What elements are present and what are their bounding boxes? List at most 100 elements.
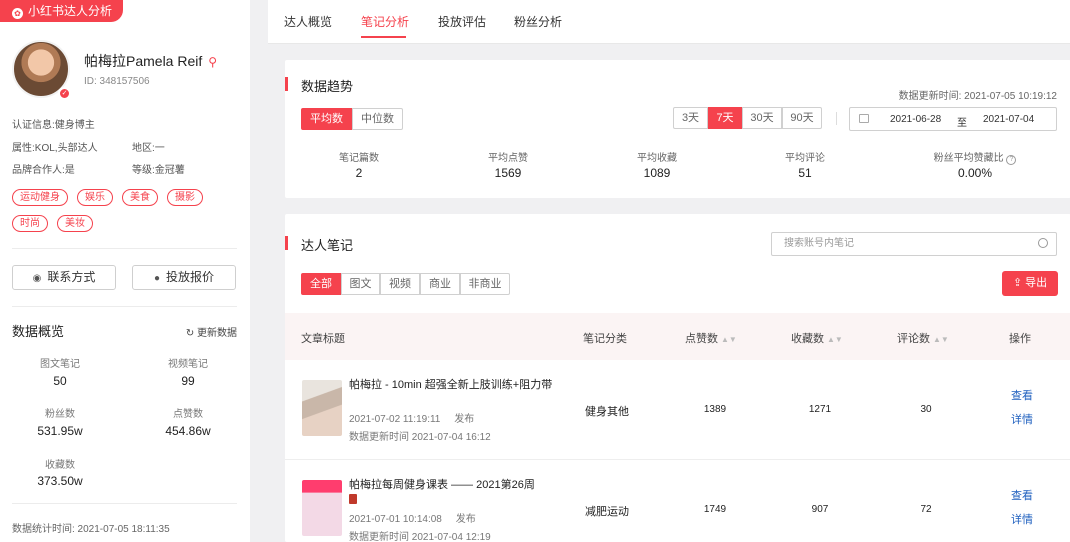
top-nav: 达人概览 笔记分析 投放评估 粉丝分析 (268, 0, 1070, 44)
filter-non-commercial[interactable]: 非商业 (460, 273, 510, 295)
stat-label: 图文笔记 (40, 359, 80, 370)
table-header: 文章标题 笔记分类 点赞数 ▲▼ 收藏数 ▲▼ 评论数 ▲▼ 操作 (285, 313, 1070, 360)
col-comments[interactable]: 评论数 ▲▼ (897, 330, 949, 346)
attribute-info: 属性:KOL,头部达人 (12, 143, 98, 154)
stat-value: 373.50w (37, 474, 83, 488)
filter-image-text[interactable]: 图文 (341, 273, 380, 295)
contact-button[interactable]: ◉ 联系方式 (12, 265, 116, 290)
profile-tag: 美妆 (57, 215, 93, 232)
help-icon[interactable]: ? (1006, 155, 1017, 165)
note-comments: 30 (920, 404, 932, 415)
certification-info: 认证信息:健身博主 (12, 120, 95, 131)
date-end[interactable]: 2021-07-04 (983, 114, 1034, 125)
profile-tag: 美食 (122, 189, 158, 206)
note-comments: 72 (920, 504, 932, 515)
note-category: 健身其他 (585, 406, 629, 418)
sidebar: ✿ 小红书达人分析 ✓ 帕梅拉Pamela Reif ⚲ ID: 348157506… (0, 0, 250, 542)
stat-value: 531.95w (37, 424, 83, 438)
quote-button[interactable]: ● 投放报价 (132, 265, 236, 290)
divider (12, 248, 237, 249)
col-collects[interactable]: 收藏数 ▲▼ (791, 330, 843, 346)
table-row: 帕梅拉每周健身课表 —— 2021第26周 2021-07-01 10:14:0… (285, 460, 1070, 542)
active-tab-indicator (361, 36, 406, 38)
mode-median[interactable]: 中位数 (352, 108, 403, 130)
refresh-button[interactable]: ↻ 更新数据 (186, 324, 237, 339)
tab-notes-analysis[interactable]: 笔记分析 (361, 13, 409, 30)
date-start[interactable]: 2021-06-28 (890, 114, 941, 125)
search-icon[interactable] (1038, 238, 1048, 248)
stat-label: 点赞数 (173, 409, 203, 420)
stat-time: 数据统计时间: 2021-07-05 18:11:35 (12, 524, 170, 535)
note-title[interactable]: 帕梅拉每周健身课表 —— 2021第26周 (349, 477, 559, 509)
note-likes: 1389 (703, 404, 727, 415)
note-published: 2021-07-01 10:14:08 发布 (349, 514, 476, 525)
stat-label: 收藏数 (45, 460, 75, 471)
export-icon: ⇪ (1012, 277, 1023, 289)
section-marker (285, 236, 288, 250)
section-marker (285, 77, 288, 91)
link-icon[interactable]: ⚲ (208, 55, 217, 69)
note-updated: 数据更新时间 2021-07-04 12:19 (349, 532, 491, 542)
metric-label: 笔记篇数 (339, 153, 379, 164)
table-row: 帕梅拉 - 10min 超强全新上肢训练+阻力带 2021-07-02 11:1… (285, 360, 1070, 460)
col-likes[interactable]: 点赞数 ▲▼ (685, 330, 737, 346)
col-category: 笔记分类 (583, 333, 627, 345)
metric-label: 平均评论 (785, 153, 825, 164)
note-category: 减肥运动 (585, 506, 629, 518)
calendar-icon (349, 494, 357, 504)
filter-all[interactable]: 全部 (301, 273, 341, 295)
eye-icon: ◉ (32, 273, 42, 284)
profile-id: ID: 348157506 (84, 76, 150, 87)
metric-label: 平均收藏 (637, 153, 677, 164)
export-button[interactable]: ⇪ 导出 (1002, 271, 1058, 296)
view-detail-link[interactable]: 查看 详情 (1011, 484, 1033, 532)
sort-icon[interactable]: ▲▼ (827, 335, 843, 344)
note-likes: 1749 (703, 504, 727, 515)
calendar-icon (859, 114, 869, 123)
view-detail-link[interactable]: 查看 详情 (1011, 384, 1033, 432)
stat-label: 视频笔记 (168, 359, 208, 370)
profile-tag: 运动健身 (12, 189, 68, 206)
level-info: 等级:金冠薯 (132, 165, 185, 176)
filter-commercial[interactable]: 商业 (420, 273, 460, 295)
tab-fans-analysis[interactable]: 粉丝分析 (514, 13, 562, 30)
mode-average[interactable]: 平均数 (301, 108, 352, 130)
tab-overview[interactable]: 达人概览 (284, 13, 332, 30)
profile-tag: 时尚 (12, 215, 48, 232)
profile-tag: 娱乐 (77, 189, 113, 206)
trend-title: 数据趋势 (301, 79, 354, 94)
note-thumbnail[interactable] (302, 480, 342, 536)
metric-label: 粉丝平均赞藏比 ? (915, 149, 1035, 165)
divider (12, 503, 237, 504)
date-separator: 至 (957, 118, 967, 129)
sort-icon[interactable]: ▲▼ (721, 335, 737, 344)
range-3d[interactable]: 3天 (673, 107, 708, 129)
notes-search-input[interactable]: 搜索账号内笔记 (771, 232, 1057, 256)
sidebar-gap (250, 0, 268, 542)
sort-icon[interactable]: ▲▼ (933, 335, 949, 344)
filter-video[interactable]: 视频 (380, 273, 420, 295)
note-collects: 1271 (808, 404, 832, 415)
note-updated: 数据更新时间 2021-07-04 16:12 (349, 432, 491, 443)
note-thumbnail[interactable] (302, 380, 342, 436)
verified-badge-icon: ✓ (58, 87, 71, 100)
metric-value: 51 (798, 166, 812, 180)
col-actions: 操作 (1009, 333, 1031, 345)
metric-value: 0.00% (957, 166, 993, 180)
stat-value: 50 (53, 374, 67, 388)
range-90d[interactable]: 90天 (782, 107, 822, 129)
notes-card: 达人笔记 搜索账号内笔记 全部 图文 视频 商业 非商业 ⇪ 导出 文章标题 笔… (285, 214, 1070, 542)
range-7d[interactable]: 7天 (708, 107, 742, 129)
metric-value: 1569 (494, 166, 522, 180)
note-title[interactable]: 帕梅拉 - 10min 超强全新上肢训练+阻力带 (349, 377, 559, 393)
divider (836, 112, 837, 125)
note-collects: 907 (811, 504, 829, 515)
tab-placement-eval[interactable]: 投放评估 (438, 13, 486, 30)
overview-title: 数据概览 (12, 324, 65, 339)
stat-value: 99 (181, 374, 195, 388)
brand-cooperation-info: 品牌合作人:是 (12, 165, 75, 176)
metric-value: 1089 (643, 166, 671, 180)
metric-label: 平均点赞 (488, 153, 528, 164)
range-30d[interactable]: 30天 (742, 107, 782, 129)
date-range-picker[interactable]: 2021-06-28 至 2021-07-04 (849, 107, 1057, 131)
